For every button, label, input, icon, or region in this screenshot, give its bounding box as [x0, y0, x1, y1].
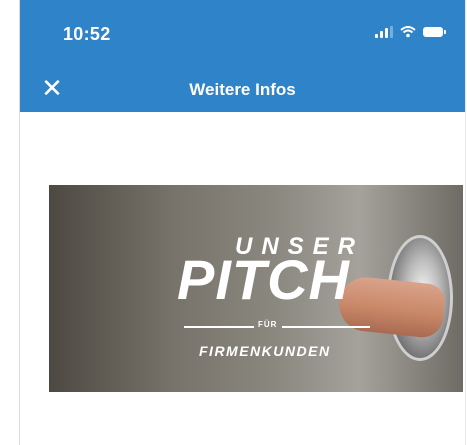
status-time: 10:52: [63, 24, 111, 44]
status-icons: [375, 26, 446, 38]
status-bar: 10:52: [20, 0, 465, 67]
headline-small: FÜR: [258, 320, 278, 329]
video-thumbnail[interactable]: UNSER PITCH FÜR FIRMENKUNDEN: [49, 185, 463, 392]
signal-icon: [375, 26, 393, 38]
page-title: Weitere Infos: [189, 80, 296, 99]
headline-main: PITCH: [177, 248, 350, 311]
divider-left: [184, 326, 254, 328]
navigation-bar: ✕ Weitere Infos: [20, 67, 465, 112]
divider-right: [282, 326, 370, 328]
battery-icon: [423, 27, 446, 37]
headline-bottom: FIRMENKUNDEN: [199, 343, 331, 359]
wifi-icon: [400, 26, 416, 38]
phone-frame: 10:52 ✕ Weitere Infos UNSER PITCH FÜR FI…: [19, 0, 466, 445]
video-overlay-text: UNSER PITCH FÜR FIRMENKUNDEN: [49, 185, 463, 392]
